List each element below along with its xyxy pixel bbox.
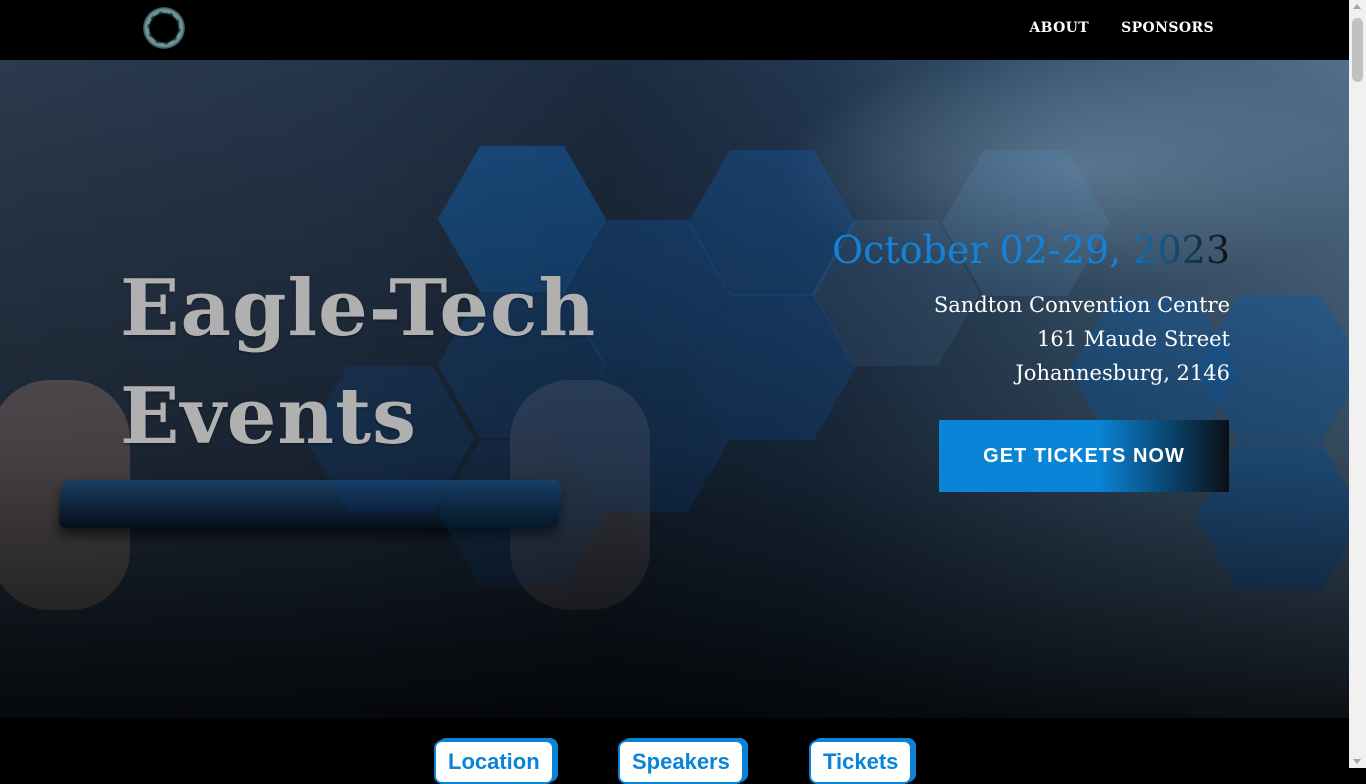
scroll-down-icon[interactable]	[1353, 759, 1361, 764]
page-scrollbar[interactable]	[1349, 0, 1366, 768]
main-nav: ABOUT SPONSORS	[1029, 20, 1214, 36]
hero-title-line-2: Events	[120, 371, 418, 462]
venue-street: 161 Maude Street	[1036, 327, 1230, 351]
tab-location[interactable]: Location	[434, 740, 554, 784]
hero-banner: Eagle-Tech Events October 02-29, 2023 Sa…	[0, 60, 1349, 718]
event-address: Sandton Convention Centre 161 Maude Stre…	[934, 288, 1230, 390]
hero-title-line-1: Eagle-Tech	[120, 263, 597, 354]
nav-link-about[interactable]: ABOUT	[1029, 20, 1089, 36]
nav-link-sponsors[interactable]: SPONSORS	[1121, 20, 1214, 36]
scrollbar-thumb[interactable]	[1352, 18, 1363, 82]
get-tickets-button[interactable]: GET TICKETS NOW	[939, 420, 1229, 492]
tab-tickets[interactable]: Tickets	[809, 740, 913, 784]
top-navbar: ABOUT SPONSORS	[0, 0, 1349, 60]
hero-title: Eagle-Tech Events	[120, 255, 640, 471]
logo-icon[interactable]	[143, 7, 185, 49]
venue-city: Johannesburg, 2146	[1015, 361, 1230, 385]
section-tabs: Location Speakers Tickets	[0, 718, 1349, 784]
scroll-up-icon[interactable]	[1353, 4, 1361, 9]
event-date: October 02-29, 2023	[831, 228, 1230, 272]
tab-speakers[interactable]: Speakers	[618, 740, 744, 784]
venue-name: Sandton Convention Centre	[933, 293, 1230, 317]
